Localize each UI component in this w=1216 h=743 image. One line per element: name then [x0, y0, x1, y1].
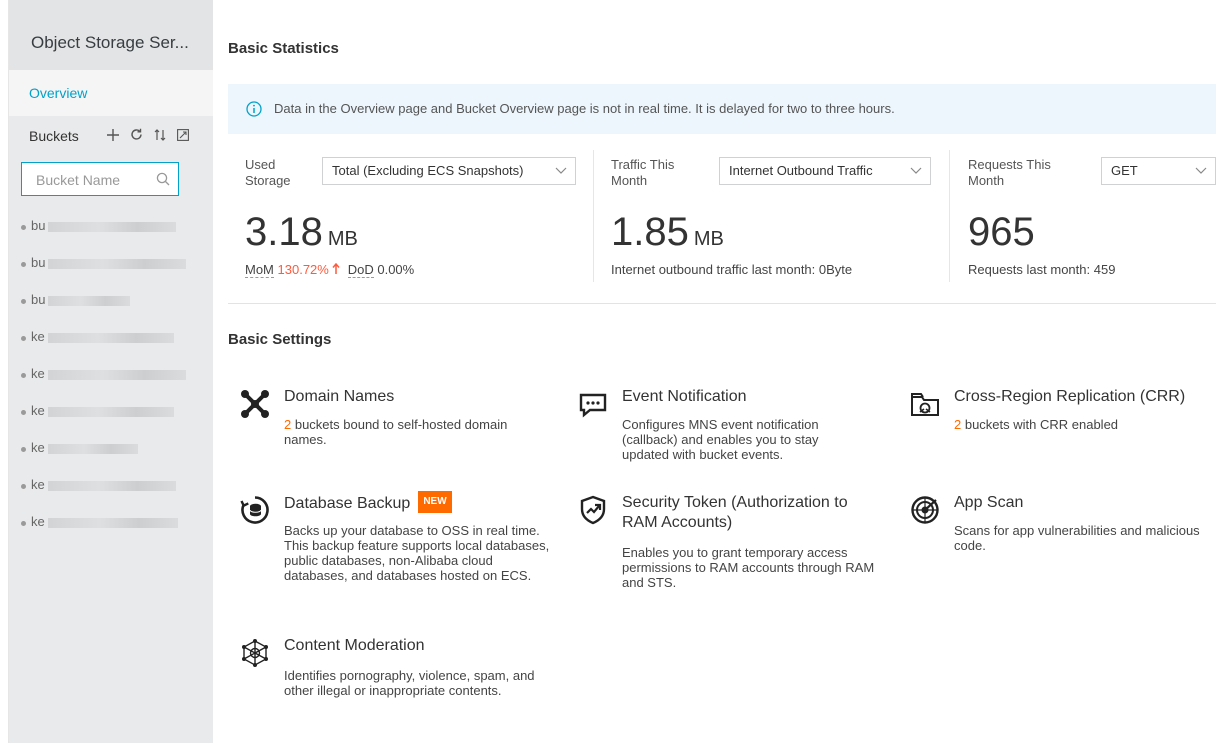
- appscan-icon: [910, 495, 942, 527]
- redacted-name: [47, 333, 174, 343]
- bucket-search-placeholder: Bucket Name: [36, 172, 121, 188]
- sidebar-item-overview[interactable]: Overview: [9, 70, 213, 116]
- refresh-icon[interactable]: [130, 128, 147, 144]
- new-badge: NEW: [418, 491, 452, 513]
- security-icon: [578, 495, 610, 527]
- sidebar-buckets-header: Buckets: [9, 116, 213, 152]
- notice-banner: Data in the Overview page and Bucket Ove…: [228, 84, 1216, 134]
- notice-text: Data in the Overview page and Bucket Ove…: [274, 101, 895, 116]
- feature-title: Event Notification: [622, 388, 747, 405]
- domain-icon: [240, 389, 272, 421]
- moderation-icon: [240, 638, 272, 670]
- requests-last-month: Requests last month: 459: [968, 262, 1116, 277]
- traffic-stat: Traffic This Month Internet Outbound Traf…: [611, 152, 931, 292]
- plus-icon[interactable]: [107, 128, 123, 144]
- list-item[interactable]: ke: [21, 440, 201, 477]
- feature-desc: Configures MNS event notification (callb…: [622, 417, 819, 462]
- redacted-name: [47, 518, 178, 528]
- requests-stat: Requests This Month GET 965 Requests last…: [968, 152, 1216, 292]
- feature-title: Security Token (Authorization to RAM Acco…: [622, 494, 848, 531]
- traffic-type-select[interactable]: Internet Outbound Traffic: [719, 157, 931, 185]
- redacted-name: [47, 407, 174, 417]
- redacted-name: [48, 222, 177, 232]
- feature-title: Content Moderation: [284, 637, 425, 654]
- dod-label: DoD: [347, 262, 374, 278]
- requests-label: Requests This Month: [968, 157, 1051, 188]
- feature-desc: Backs up your database to OSS in real ti…: [284, 523, 550, 583]
- arrow-up-icon: [332, 262, 344, 277]
- bucket-search-input[interactable]: Bucket Name: [21, 162, 179, 196]
- search-icon[interactable]: [156, 172, 170, 191]
- divider: [593, 150, 594, 282]
- buckets-label: Buckets: [29, 128, 79, 144]
- feature-title: Database Backup NEW: [284, 491, 452, 515]
- bucket-actions: [107, 116, 196, 156]
- redacted-name: [48, 259, 187, 269]
- feature-desc: Scans for app vulnerabilities and malici…: [954, 523, 1200, 553]
- divider: [949, 150, 950, 282]
- feature-desc: Identifies pornography, violence, spam, …: [284, 668, 535, 698]
- redacted-name: [48, 296, 131, 306]
- bucket-list: bu bu bu ke ke ke ke ke ke: [21, 218, 201, 551]
- basic-statistics-title: Basic Statistics: [228, 40, 339, 57]
- used-storage-stat: Used Storage Total (Excluding ECS Snapsho…: [245, 152, 585, 292]
- feature-title: Cross-Region Replication (CRR): [954, 388, 1186, 405]
- dod-value: 0.00%: [377, 262, 415, 277]
- feature-crr[interactable]: Cross-Region Replication (CRR) 2 buckets…: [910, 387, 1210, 447]
- list-item[interactable]: ke: [21, 514, 201, 551]
- section-divider: [228, 303, 1216, 304]
- requests-value: 965: [968, 210, 1035, 254]
- list-item[interactable]: bu: [21, 292, 201, 329]
- expand-icon[interactable]: [176, 128, 189, 144]
- storage-type-select[interactable]: Total (Excluding ECS Snapshots): [322, 157, 576, 185]
- main-content: Basic Statistics Data in the Overview pa…: [228, 0, 1216, 743]
- event-icon: [578, 389, 610, 421]
- redacted-name: [47, 444, 138, 454]
- chevron-down-icon: [555, 158, 567, 184]
- feature-desc: 2 buckets bound to self-hosted domain na…: [284, 417, 508, 447]
- feature-desc: 2 buckets with CRR enabled: [954, 417, 1119, 432]
- database-icon: [240, 495, 272, 527]
- left-edge: [0, 0, 9, 743]
- list-item[interactable]: ke: [21, 366, 201, 403]
- feature-event-notification[interactable]: Event Notification Configures MNS event …: [578, 387, 898, 467]
- list-item[interactable]: ke: [21, 403, 201, 440]
- feature-title: Domain Names: [284, 388, 395, 405]
- mom-label: MoM: [245, 262, 274, 278]
- feature-title: App Scan: [954, 494, 1024, 511]
- redacted-name: [47, 370, 186, 380]
- storage-comparison: MoM 130.72% DoD 0.00%: [245, 262, 415, 278]
- basic-settings-title: Basic Settings: [228, 331, 332, 348]
- sidebar-title: Object Storage Ser...: [9, 0, 213, 70]
- feature-database-backup[interactable]: Database Backup NEW Backs up your databas…: [240, 491, 560, 613]
- list-item[interactable]: bu: [21, 255, 201, 292]
- traffic-value: 1.85 MB: [611, 210, 724, 254]
- feature-desc: Enables you to grant temporary access pe…: [622, 545, 875, 590]
- request-type-select[interactable]: GET: [1101, 157, 1216, 185]
- feature-security-token[interactable]: Security Token (Authorization to RAM Acco…: [578, 493, 898, 603]
- traffic-last-month: Internet outbound traffic last month: 0B…: [611, 262, 853, 277]
- feature-app-scan[interactable]: App Scan Scans for app vulnerabilities a…: [910, 493, 1210, 563]
- chevron-down-icon: [1195, 158, 1207, 184]
- info-icon: [246, 101, 262, 122]
- sort-icon[interactable]: [154, 128, 170, 144]
- feature-domain-names[interactable]: Domain Names 2 buckets bound to self-hos…: [240, 387, 560, 457]
- mom-value: 130.72%: [277, 262, 329, 277]
- chevron-down-icon: [910, 158, 922, 184]
- crr-icon: [910, 389, 942, 421]
- list-item[interactable]: ke: [21, 477, 201, 514]
- list-item[interactable]: bu: [21, 218, 201, 255]
- feature-content-moderation[interactable]: Content Moderation Identifies pornograph…: [240, 636, 560, 726]
- traffic-label: Traffic This Month: [611, 157, 675, 188]
- redacted-name: [47, 481, 176, 491]
- list-item[interactable]: ke: [21, 329, 201, 366]
- used-storage-value: 3.18 MB: [245, 210, 358, 254]
- used-storage-label: Used Storage: [245, 157, 291, 188]
